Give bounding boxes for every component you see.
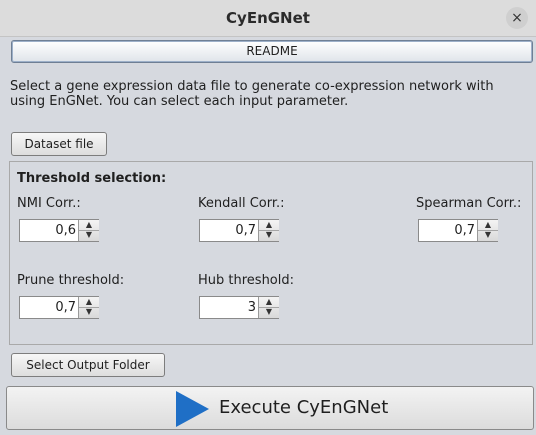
hub-value[interactable]: 3	[200, 297, 256, 318]
kendall-label: Kendall Corr.:	[198, 196, 285, 211]
play-icon	[176, 391, 209, 427]
prune-stepper[interactable]: ▲ ▼	[78, 297, 99, 318]
select-output-folder-button[interactable]: Select Output Folder	[11, 353, 165, 377]
close-icon: ×	[511, 10, 523, 26]
spearman-stepper[interactable]: ▲ ▼	[477, 220, 498, 241]
kendall-spinner[interactable]: 0,7 ▲ ▼	[199, 219, 279, 242]
app-window: CyEnGNet × README Select a gene expressi…	[0, 0, 536, 435]
hub-label: Hub threshold:	[198, 273, 295, 288]
dataset-file-button[interactable]: Dataset file	[11, 132, 107, 156]
hub-spinner[interactable]: 3 ▲ ▼	[199, 296, 279, 319]
title-bar: CyEnGNet ×	[0, 0, 536, 37]
chevron-down-icon[interactable]: ▼	[79, 230, 99, 240]
spearman-spinner[interactable]: 0,7 ▲ ▼	[418, 219, 498, 242]
chevron-down-icon[interactable]: ▼	[79, 307, 99, 317]
nmi-value[interactable]: 0,6	[20, 220, 76, 241]
readme-button[interactable]: README	[11, 40, 533, 63]
chevron-down-icon[interactable]: ▼	[478, 230, 498, 240]
close-button[interactable]: ×	[506, 7, 528, 29]
nmi-spinner[interactable]: 0,6 ▲ ▼	[19, 219, 99, 242]
spearman-label: Spearman Corr.:	[416, 196, 522, 211]
nmi-stepper[interactable]: ▲ ▼	[78, 220, 99, 241]
window-title: CyEnGNet	[226, 9, 310, 27]
execute-label: Execute CyEnGNet	[219, 397, 389, 418]
prune-label: Prune threshold:	[17, 273, 125, 288]
chevron-down-icon[interactable]: ▼	[259, 307, 279, 317]
description-text: Select a gene expression data file to ge…	[10, 79, 494, 109]
hub-stepper[interactable]: ▲ ▼	[258, 297, 279, 318]
threshold-title: Threshold selection:	[17, 171, 167, 186]
prune-value[interactable]: 0,7	[20, 297, 76, 318]
chevron-down-icon[interactable]: ▼	[259, 230, 279, 240]
kendall-stepper[interactable]: ▲ ▼	[258, 220, 279, 241]
prune-spinner[interactable]: 0,7 ▲ ▼	[19, 296, 99, 319]
execute-button[interactable]: Execute CyEnGNet	[6, 386, 534, 430]
spearman-value[interactable]: 0,7	[419, 220, 475, 241]
nmi-label: NMI Corr.:	[17, 196, 81, 211]
kendall-value[interactable]: 0,7	[200, 220, 256, 241]
